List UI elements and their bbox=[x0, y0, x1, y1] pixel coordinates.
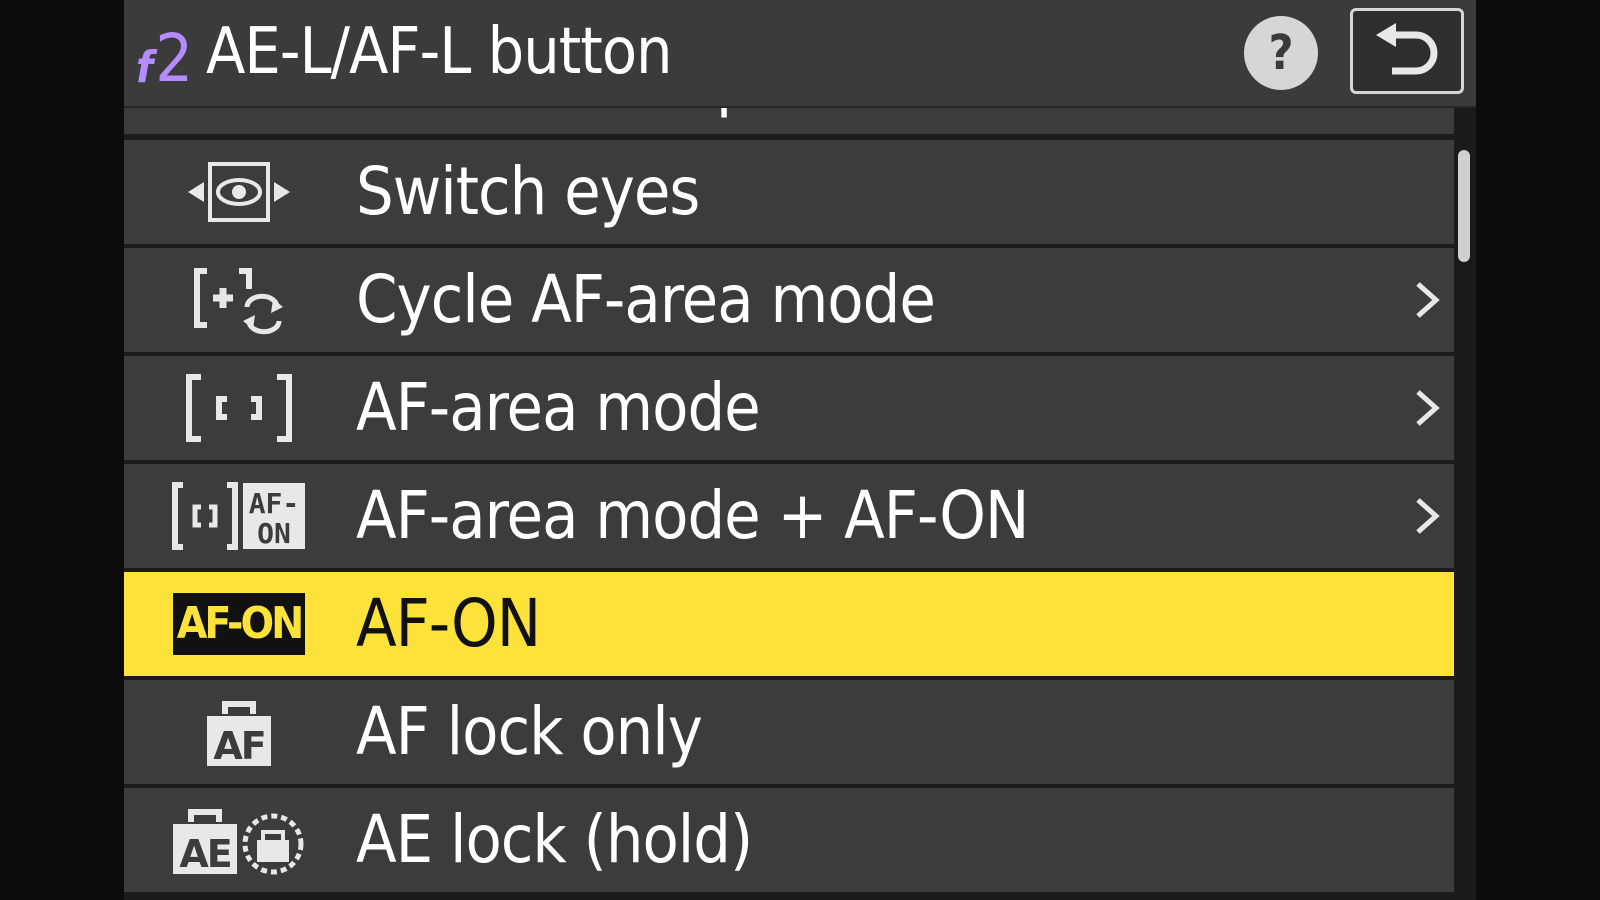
list-item-af-area-mode[interactable]: AF-area mode bbox=[124, 356, 1454, 460]
chevron-right-icon bbox=[1416, 390, 1440, 426]
list-item-label: AF-ON bbox=[356, 585, 541, 662]
ae-lock-hold-icon: AE bbox=[164, 802, 314, 878]
list-item-label: AE lock (hold) bbox=[356, 801, 753, 878]
af-lock-icon: AF bbox=[164, 694, 314, 770]
list-item-label: AF lock only bbox=[356, 693, 703, 770]
svg-text:ON: ON bbox=[257, 517, 291, 550]
list-item-label: AF-area mode + AF-ON bbox=[356, 477, 1029, 554]
cycle-af-area-icon bbox=[164, 262, 314, 338]
page-title: AE-L/AF-L button bbox=[206, 15, 673, 89]
list-item-label: Cycle AF-area mode bbox=[356, 261, 936, 338]
list-item-cycle-af-area-mode[interactable]: Cycle AF-area mode bbox=[124, 248, 1454, 352]
help-button[interactable]: ? bbox=[1244, 16, 1318, 90]
menu-code: f 2 bbox=[136, 14, 193, 94]
list-item-label: Switch eyes bbox=[356, 153, 700, 230]
camera-menu-screen: Recall focus position Switch eyes bbox=[124, 0, 1476, 900]
back-button[interactable] bbox=[1350, 8, 1464, 94]
scrollbar-thumb[interactable] bbox=[1458, 150, 1470, 262]
option-list: Recall focus position Switch eyes bbox=[124, 0, 1454, 900]
menu-header: f 2 AE-L/AF-L button ? bbox=[124, 0, 1476, 108]
af-area-afon-icon: AF- ON bbox=[164, 478, 314, 554]
svg-text:AF-: AF- bbox=[249, 487, 300, 520]
list-item-af-lock-only[interactable]: AF AF lock only bbox=[124, 680, 1454, 784]
list-item-afon[interactable]: AF-ON AF-ON bbox=[124, 572, 1454, 676]
switch-eyes-icon bbox=[164, 154, 314, 230]
menu-code-number: 2 bbox=[155, 20, 193, 97]
svg-text:AE: AE bbox=[179, 832, 230, 876]
back-arrow-icon bbox=[1376, 23, 1438, 75]
afon-icon: AF-ON bbox=[164, 586, 314, 662]
afon-badge: AF-ON bbox=[172, 593, 306, 655]
af-area-mode-icon bbox=[164, 370, 314, 446]
svg-text:AF: AF bbox=[213, 724, 264, 768]
list-item-ae-lock-hold[interactable]: AE AE lock (hold) bbox=[124, 788, 1454, 892]
chevron-right-icon bbox=[1416, 282, 1440, 318]
list-item-af-area-mode-afon[interactable]: AF- ON AF-area mode + AF-ON bbox=[124, 464, 1454, 568]
chevron-right-icon bbox=[1416, 498, 1440, 534]
list-item-switch-eyes[interactable]: Switch eyes bbox=[124, 140, 1454, 244]
menu-code-letter: f bbox=[136, 42, 154, 93]
list-item-label: AF-area mode bbox=[356, 369, 761, 446]
